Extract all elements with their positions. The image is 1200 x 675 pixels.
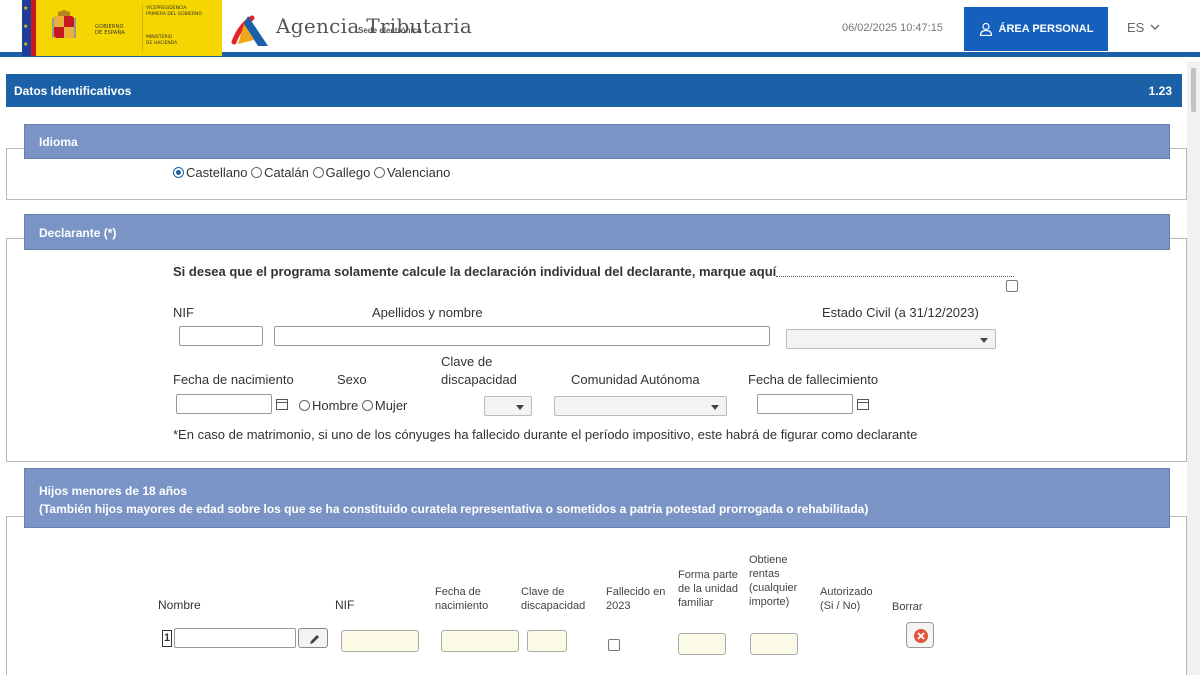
nif-label: NIF <box>173 305 194 320</box>
radio-mujer[interactable]: Mujer <box>361 398 407 413</box>
hijo-nombre-input[interactable] <box>174 628 296 648</box>
chevron-down-icon <box>516 405 524 410</box>
coat-of-arms-icon <box>52 10 76 38</box>
fecha-nacimiento-label: Fecha de nacimiento <box>173 372 294 387</box>
delete-row-button[interactable] <box>906 622 934 648</box>
fecha-fallecimiento-label: Fecha de fallecimiento <box>748 372 879 387</box>
page-scrollbar[interactable] <box>1187 62 1200 675</box>
idioma-radio-group: Castellano Catalán Gallego Valenciano <box>173 165 450 180</box>
col-obtiene-rentas: Obtiene rentas (cualquier importe) <box>749 554 798 608</box>
estado-civil-label: Estado Civil (a 31/12/2023) <box>822 305 979 320</box>
eu-flag-strip: ★ ★ ★ <box>22 0 36 56</box>
comunidad-autonoma-select[interactable] <box>554 396 727 416</box>
vicepresidencia-text: VICEPRESIDENCIA PRIMERA DEL GOBIERNO <box>146 6 202 17</box>
col-borrar: Borrar <box>892 601 923 613</box>
individual-declaration-label: Si desea que el programa solamente calcu… <box>173 264 777 279</box>
sexo-radio-group: Hombre Mujer <box>299 398 407 413</box>
sede-electronica-label: Sede electrónica <box>358 26 422 35</box>
area-personal-button[interactable]: ÁREA PERSONAL <box>964 7 1108 51</box>
sexo-label: Sexo <box>337 372 367 387</box>
gobierno-text: GOBIERNO DE ESPAÑA <box>95 24 126 36</box>
col-fallecido: Fallecido en 2023 <box>606 586 666 612</box>
hijo-clave-discapacidad-input[interactable] <box>527 630 567 652</box>
section-header-datos-identificativos: Datos Identificativos 1.23 <box>6 74 1182 107</box>
col-fecha-nacimiento: Fecha de nacimiento <box>435 586 489 612</box>
hijo-fallecido-checkbox[interactable] <box>608 639 620 651</box>
col-autorizado: Autorizado (Si / No) <box>820 586 873 612</box>
form-version: 1.23 <box>1148 84 1172 98</box>
matrimonio-note: *En caso de matrimonio, si uno de los có… <box>173 427 918 442</box>
radio-hombre[interactable]: Hombre <box>299 398 358 413</box>
session-datetime: 06/02/2025 10:47:15 <box>842 22 943 34</box>
individual-declaration-checkbox[interactable] <box>1006 280 1018 292</box>
edit-button[interactable] <box>298 628 328 648</box>
fecha-fallecimiento-input[interactable] <box>757 394 853 414</box>
hijos-section <box>6 516 1187 675</box>
site-header: ★ ★ ★ GOBIERNO DE ESPAÑA VICEPRESIDENCIA… <box>0 0 1200 57</box>
declarante-header: Declarante (*) <box>24 214 1170 250</box>
comunidad-autonoma-label: Comunidad Autónoma <box>571 372 700 387</box>
apellidos-nombre-input[interactable] <box>274 326 770 346</box>
page-title: Datos Identificativos <box>14 84 132 98</box>
user-icon <box>979 22 992 36</box>
scrollbar-thumb[interactable] <box>1191 68 1196 112</box>
radio-valenciano[interactable]: Valenciano <box>373 165 450 180</box>
ministerio-text: MINISTERIO DE HACIENDA <box>146 35 178 46</box>
col-unidad-familiar: Forma parte de la unidad familiar <box>678 569 738 609</box>
estado-civil-select[interactable] <box>786 329 996 349</box>
hijo-obtiene-rentas-input[interactable] <box>750 633 798 655</box>
calendar-icon[interactable] <box>857 399 869 410</box>
pencil-icon <box>310 635 319 644</box>
col-nif: NIF <box>335 598 355 612</box>
idioma-header: Idioma <box>24 124 1170 159</box>
language-selector[interactable]: ES <box>1127 20 1160 35</box>
clave-discapacidad-label-2: discapacidad <box>441 372 517 387</box>
col-nombre: Nombre <box>158 598 201 612</box>
nif-input[interactable] <box>179 326 263 346</box>
calendar-icon[interactable] <box>276 399 288 410</box>
apellidos-nombre-label: Apellidos y nombre <box>372 305 483 320</box>
hijo-fecha-nacimiento-input[interactable] <box>441 630 519 652</box>
hijo-nif-input[interactable] <box>341 630 419 652</box>
hijos-header: Hijos menores de 18 años (También hijos … <box>24 468 1170 528</box>
hijo-unidad-familiar-input[interactable] <box>678 633 726 655</box>
radio-gallego[interactable]: Gallego <box>312 165 370 180</box>
row-index: 1 <box>162 630 172 647</box>
chevron-down-icon <box>980 338 988 343</box>
gobierno-logo[interactable]: ★ ★ ★ GOBIERNO DE ESPAÑA VICEPRESIDENCIA… <box>22 0 222 56</box>
radio-catalan[interactable]: Catalán <box>251 165 309 180</box>
delete-icon <box>914 629 928 643</box>
dotted-leader <box>776 276 1014 277</box>
col-clave-discapacidad: Clave de discapacidad <box>521 586 586 612</box>
chevron-down-icon <box>1150 24 1160 30</box>
clave-discapacidad-select[interactable] <box>484 396 532 416</box>
agencia-tributaria-logo-icon[interactable] <box>230 8 272 50</box>
chevron-down-icon <box>711 405 719 410</box>
radio-castellano[interactable]: Castellano <box>173 165 247 180</box>
fecha-nacimiento-input[interactable] <box>176 394 272 414</box>
clave-discapacidad-label-1: Clave de <box>441 354 493 369</box>
